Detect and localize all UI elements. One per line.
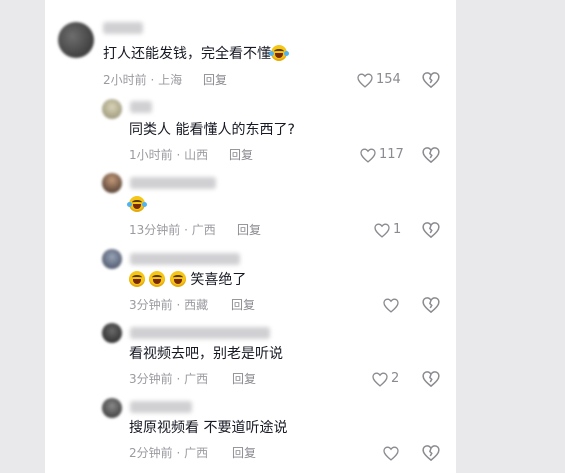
- username-blurred[interactable]: [130, 401, 192, 413]
- heart-outline-icon: [357, 72, 373, 88]
- like-button[interactable]: 1: [374, 221, 401, 239]
- avatar[interactable]: [102, 398, 122, 418]
- like-button[interactable]: 2: [372, 370, 399, 388]
- reply-button[interactable]: 回复: [232, 445, 256, 461]
- username-blurred[interactable]: [130, 101, 152, 113]
- laughing-crying-emoji-icon: [127, 196, 147, 212]
- comment-meta: 2分钟前 · 广西: [129, 446, 209, 460]
- like-button[interactable]: [383, 296, 402, 314]
- heart-outline-icon: [383, 297, 399, 313]
- avatar[interactable]: [102, 99, 122, 119]
- comment-text: 打人还能发钱，完全看不懂: [103, 44, 289, 64]
- laughing-crying-emoji-icon: [169, 271, 186, 287]
- avatar[interactable]: [102, 173, 122, 193]
- avatar[interactable]: [58, 22, 94, 58]
- comment-list: 打人还能发钱，完全看不懂 2小时前 · 上海 回复 154 同类人 能看懂人的东…: [45, 0, 456, 473]
- comment-meta: 3分钟前 · 广西: [129, 372, 209, 386]
- reply-button[interactable]: 回复: [231, 297, 255, 313]
- comment-text: 笑喜绝了: [129, 270, 246, 290]
- heart-outline-icon: [383, 445, 399, 461]
- username-blurred[interactable]: [130, 327, 270, 339]
- comment-meta: 3分钟前 · 西藏: [129, 298, 209, 312]
- comment-text: 看视频去吧，别老是听说: [129, 346, 283, 362]
- broken-heart-icon[interactable]: [422, 444, 440, 462]
- like-count: 154: [376, 72, 401, 87]
- username-blurred[interactable]: [130, 177, 216, 189]
- comment-meta: 13分钟前 · 广西: [129, 223, 216, 237]
- comment-text: 搜原视频看 不要道听途说: [129, 420, 288, 436]
- like-button[interactable]: 154: [357, 71, 401, 89]
- like-button[interactable]: [383, 444, 402, 462]
- reply-button[interactable]: 回复: [203, 72, 227, 88]
- comment-text: 同类人 能看懂人的东西了?: [129, 122, 295, 138]
- like-count: 117: [379, 147, 404, 162]
- avatar[interactable]: [102, 323, 122, 343]
- heart-outline-icon: [360, 147, 376, 163]
- username-blurred[interactable]: [103, 22, 143, 34]
- avatar[interactable]: [102, 249, 122, 269]
- broken-heart-icon[interactable]: [422, 146, 440, 164]
- laughing-crying-emoji-icon: [269, 45, 289, 61]
- like-button[interactable]: 117: [360, 146, 404, 164]
- heart-outline-icon: [372, 371, 388, 387]
- broken-heart-icon[interactable]: [422, 221, 440, 239]
- comment-meta: 2小时前 · 上海: [103, 73, 183, 87]
- comment-text: [127, 195, 147, 215]
- broken-heart-icon[interactable]: [422, 370, 440, 388]
- comment-meta: 1小时前 · 山西: [129, 148, 209, 162]
- reply-button[interactable]: 回复: [229, 147, 253, 163]
- like-count: 1: [393, 222, 402, 237]
- like-count: 2: [391, 371, 400, 386]
- laughing-crying-emoji-icon: [129, 271, 145, 287]
- broken-heart-icon[interactable]: [422, 296, 440, 314]
- reply-button[interactable]: 回复: [232, 371, 256, 387]
- heart-outline-icon: [374, 222, 390, 238]
- broken-heart-icon[interactable]: [422, 71, 440, 89]
- reply-button[interactable]: 回复: [237, 222, 261, 238]
- laughing-crying-emoji-icon: [149, 271, 166, 287]
- username-blurred[interactable]: [130, 253, 240, 265]
